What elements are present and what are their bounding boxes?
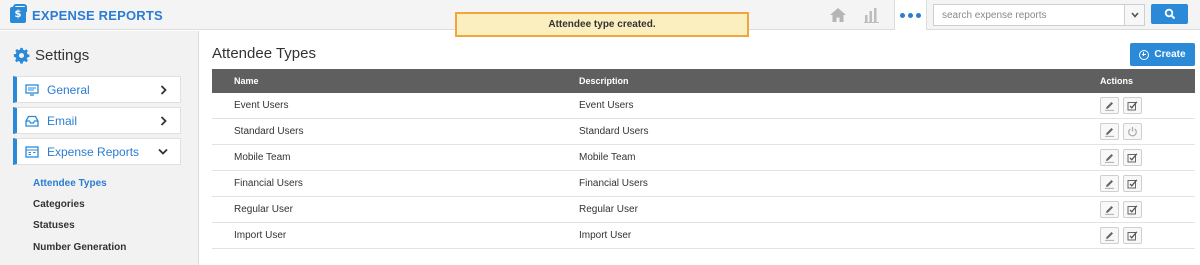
row-actions bbox=[1100, 97, 1142, 114]
cell-description: Event Users bbox=[579, 100, 634, 111]
sidebar-item-email[interactable]: Email bbox=[13, 107, 181, 134]
chevron-down-icon bbox=[1130, 12, 1139, 18]
check-edit-icon bbox=[1127, 204, 1138, 215]
table-body: Event Users Event Users Standard Users Stan… bbox=[212, 93, 1195, 249]
home-icon[interactable] bbox=[828, 6, 848, 24]
sidebar-item-expense-reports[interactable]: Expense Reports bbox=[13, 138, 181, 165]
search-box bbox=[933, 4, 1145, 26]
power-button[interactable] bbox=[1123, 123, 1142, 140]
create-button[interactable]: Create bbox=[1130, 43, 1195, 66]
check-edit-icon bbox=[1127, 100, 1138, 111]
sidebar-item-label: General bbox=[47, 82, 90, 97]
app-brand[interactable]: $ EXPENSE REPORTS bbox=[10, 4, 163, 25]
cell-description: Import User bbox=[579, 230, 632, 241]
row-actions bbox=[1100, 123, 1142, 140]
settings-title: Settings bbox=[35, 47, 90, 64]
subnav-number-generation[interactable]: Number Generation bbox=[33, 242, 126, 253]
approve-button[interactable] bbox=[1123, 175, 1142, 192]
cell-description: Financial Users bbox=[579, 178, 648, 189]
row-actions bbox=[1100, 149, 1142, 166]
approve-button[interactable] bbox=[1123, 201, 1142, 218]
cell-name: Standard Users bbox=[234, 126, 304, 137]
column-header-name[interactable]: Name bbox=[234, 76, 259, 86]
attendee-types-table: Name Description Actions Event Users Even… bbox=[212, 69, 1195, 249]
approve-button[interactable] bbox=[1123, 97, 1142, 114]
pencil-icon bbox=[1104, 178, 1115, 189]
edit-button[interactable] bbox=[1100, 175, 1119, 192]
app-title: EXPENSE REPORTS bbox=[32, 7, 163, 23]
success-toast: Attendee type created. bbox=[455, 12, 749, 37]
table-row: Financial Users Financial Users bbox=[212, 171, 1195, 197]
search-button[interactable] bbox=[1151, 4, 1188, 24]
pencil-icon bbox=[1104, 204, 1115, 215]
pencil-icon bbox=[1104, 152, 1115, 163]
check-edit-icon bbox=[1127, 178, 1138, 189]
subnav-categories[interactable]: Categories bbox=[33, 199, 85, 210]
edit-button[interactable] bbox=[1100, 201, 1119, 218]
edit-button[interactable] bbox=[1100, 123, 1119, 140]
edit-button[interactable] bbox=[1100, 149, 1119, 166]
briefcase-dollar-icon: $ bbox=[10, 4, 27, 23]
table-row: Regular User Regular User bbox=[212, 197, 1195, 223]
subnav-statuses[interactable]: Statuses bbox=[33, 220, 75, 231]
gear-icon bbox=[13, 47, 30, 64]
table-row: Import User Import User bbox=[212, 223, 1195, 249]
power-icon bbox=[1127, 126, 1138, 137]
table-row: Event Users Event Users bbox=[212, 93, 1195, 119]
sidebar-item-general[interactable]: General bbox=[13, 76, 181, 103]
edit-button[interactable] bbox=[1100, 227, 1119, 244]
check-edit-icon bbox=[1127, 230, 1138, 241]
cell-description: Regular User bbox=[579, 204, 638, 215]
cell-name: Regular User bbox=[234, 204, 293, 215]
column-header-actions: Actions bbox=[1100, 76, 1134, 86]
cell-description: Mobile Team bbox=[579, 152, 636, 163]
cell-name: Import User bbox=[234, 230, 287, 241]
table-row: Mobile Team Mobile Team bbox=[212, 145, 1195, 171]
approve-button[interactable] bbox=[1123, 227, 1142, 244]
chevron-down-icon bbox=[158, 147, 168, 157]
check-edit-icon bbox=[1127, 152, 1138, 163]
cell-description: Standard Users bbox=[579, 126, 649, 137]
edit-button[interactable] bbox=[1100, 97, 1119, 114]
column-header-description[interactable]: Description bbox=[579, 76, 629, 86]
search-input[interactable] bbox=[934, 5, 1124, 25]
search-icon bbox=[1164, 8, 1175, 20]
page-title: Attendee Types bbox=[212, 45, 316, 62]
inbox-icon bbox=[24, 114, 40, 128]
subnav-attendee-types[interactable]: Attendee Types bbox=[33, 178, 107, 189]
cell-name: Event Users bbox=[234, 100, 289, 111]
sidebar: Settings General Email Expense Reports A… bbox=[0, 31, 199, 265]
cell-name: Mobile Team bbox=[234, 152, 291, 163]
table-row: Standard Users Standard Users bbox=[212, 119, 1195, 145]
more-dots-icon[interactable] bbox=[894, 0, 927, 30]
row-actions bbox=[1100, 201, 1142, 218]
monitor-icon bbox=[24, 83, 40, 97]
create-button-label: Create bbox=[1154, 49, 1186, 60]
chevron-right-icon bbox=[158, 84, 168, 95]
approve-button[interactable] bbox=[1123, 149, 1142, 166]
row-actions bbox=[1100, 175, 1142, 192]
bar-chart-icon[interactable] bbox=[862, 6, 882, 24]
plus-circle-icon bbox=[1139, 49, 1150, 60]
cell-name: Financial Users bbox=[234, 178, 303, 189]
chevron-right-icon bbox=[158, 115, 168, 126]
sidebar-item-label: Email bbox=[47, 113, 78, 128]
pencil-icon bbox=[1104, 100, 1115, 111]
table-header: Name Description Actions bbox=[212, 69, 1195, 93]
pencil-icon bbox=[1104, 230, 1115, 241]
report-icon bbox=[24, 145, 40, 159]
search-dropdown-button[interactable] bbox=[1124, 5, 1144, 25]
sidebar-item-label: Expense Reports bbox=[47, 144, 140, 159]
pencil-icon bbox=[1104, 126, 1115, 137]
settings-heading: Settings bbox=[13, 47, 89, 64]
row-actions bbox=[1100, 227, 1142, 244]
